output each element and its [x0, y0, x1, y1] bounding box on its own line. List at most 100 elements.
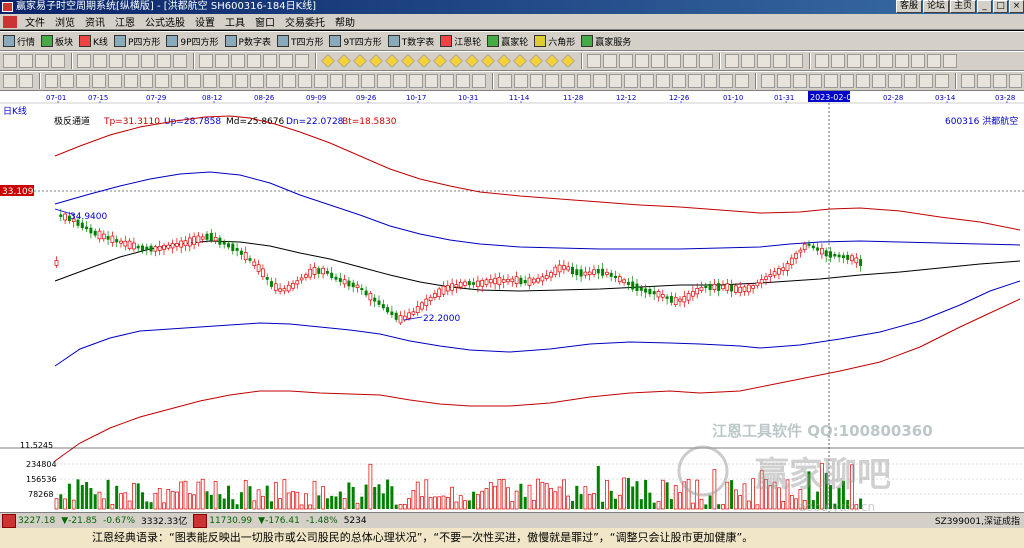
- tb3-tool-icon[interactable]: [529, 74, 544, 88]
- sh-index-icon[interactable]: [2, 513, 16, 528]
- tb2-tool-icon[interactable]: [545, 54, 559, 68]
- winner-wheel-button[interactable]: 赢家轮: [487, 35, 528, 48]
- tb3-tool-icon[interactable]: [171, 74, 186, 88]
- tb3-tool-icon[interactable]: [561, 74, 575, 88]
- maximize-button[interactable]: □: [993, 0, 1008, 13]
- tb2-tool-icon[interactable]: [561, 54, 575, 68]
- tb3-tool-icon[interactable]: [107, 74, 122, 88]
- tb3-tool-icon[interactable]: [392, 74, 407, 88]
- tb2-tool-icon[interactable]: [863, 54, 877, 68]
- tb3-tool-icon[interactable]: [735, 74, 750, 88]
- tb2-tool-icon[interactable]: [231, 54, 245, 68]
- tb3-tool-icon[interactable]: [60, 74, 75, 88]
- tb3-tool-icon[interactable]: [856, 74, 870, 88]
- menu-formula[interactable]: 公式选股: [140, 14, 190, 29]
- tb3-tool-icon[interactable]: [408, 74, 423, 88]
- tb2-tool-icon[interactable]: [943, 54, 957, 68]
- home-button[interactable]: 主页: [949, 0, 976, 13]
- tb3-tool-icon[interactable]: [961, 74, 975, 88]
- tb3-tool-icon[interactable]: [456, 74, 471, 88]
- p-square-button[interactable]: P四方形: [113, 35, 160, 48]
- tb2-tool-icon[interactable]: [369, 54, 383, 68]
- tb3-tool-icon[interactable]: [202, 74, 217, 88]
- tb2-tool-icon[interactable]: [433, 54, 447, 68]
- tb2-tool-icon[interactable]: [51, 54, 65, 68]
- tb2-tool-icon[interactable]: [683, 54, 697, 68]
- tb2-tool-icon[interactable]: [741, 54, 755, 68]
- tb2-tool-icon[interactable]: [19, 54, 33, 68]
- tb2-tool-icon[interactable]: [215, 54, 229, 68]
- kefu-button[interactable]: 客服: [895, 0, 922, 13]
- tb2-tool-icon[interactable]: [725, 54, 739, 68]
- tb2-tool-icon[interactable]: [173, 54, 187, 68]
- tb2-tool-icon[interactable]: [847, 54, 861, 68]
- tb2-tool-icon[interactable]: [587, 54, 601, 68]
- tb2-tool-icon[interactable]: [667, 54, 681, 68]
- forum-button[interactable]: 论坛: [922, 0, 949, 13]
- menu-file[interactable]: 文件: [20, 14, 50, 29]
- tb3-tool-icon[interactable]: [840, 74, 855, 88]
- winner-service-button[interactable]: 赢家服务: [581, 35, 631, 48]
- tb2-tool-icon[interactable]: [199, 54, 213, 68]
- tb2-tool-icon[interactable]: [3, 54, 17, 68]
- tb3-tool-icon[interactable]: [671, 74, 686, 88]
- tb2-tool-icon[interactable]: [497, 54, 511, 68]
- tb2-tool-icon[interactable]: [125, 54, 139, 68]
- tb3-tool-icon[interactable]: [919, 74, 934, 88]
- tb3-tool-icon[interactable]: [424, 74, 439, 88]
- tb3-tool-icon[interactable]: [282, 74, 296, 88]
- tb3-tool-icon[interactable]: [608, 74, 623, 88]
- tb2-tool-icon[interactable]: [295, 54, 309, 68]
- tb2-tool-icon[interactable]: [353, 54, 367, 68]
- tb3-tool-icon[interactable]: [935, 74, 950, 88]
- tb3-tool-icon[interactable]: [440, 74, 455, 88]
- tb3-tool-icon[interactable]: [871, 74, 886, 88]
- tb3-tool-icon[interactable]: [218, 74, 233, 88]
- tb2-tool-icon[interactable]: [481, 54, 495, 68]
- tb2-tool-icon[interactable]: [417, 54, 431, 68]
- sz-index-icon[interactable]: [193, 513, 208, 528]
- tb2-tool-icon[interactable]: [385, 54, 399, 68]
- tb2-tool-icon[interactable]: [465, 54, 479, 68]
- tb3-tool-icon[interactable]: [297, 74, 312, 88]
- tb2-tool-icon[interactable]: [321, 54, 335, 68]
- tb2-tool-icon[interactable]: [635, 54, 649, 68]
- tb2-tool-icon[interactable]: [603, 54, 617, 68]
- tb2-tool-icon[interactable]: [699, 54, 713, 68]
- tb2-tool-icon[interactable]: [513, 54, 527, 68]
- tb2-tool-icon[interactable]: [77, 54, 91, 68]
- tb3-tool-icon[interactable]: [513, 74, 528, 88]
- tb3-tool-icon[interactable]: [1008, 74, 1023, 88]
- tb2-tool-icon[interactable]: [911, 54, 925, 68]
- tb3-tool-icon[interactable]: [703, 74, 718, 88]
- tb3-tool-icon[interactable]: [123, 74, 138, 88]
- tb3-tool-icon[interactable]: [3, 74, 17, 88]
- tb2-tool-icon[interactable]: [93, 54, 107, 68]
- tb3-tool-icon[interactable]: [92, 74, 106, 88]
- tb2-tool-icon[interactable]: [263, 54, 277, 68]
- tb3-tool-icon[interactable]: [234, 74, 249, 88]
- tb2-tool-icon[interactable]: [35, 54, 49, 68]
- tb3-tool-icon[interactable]: [776, 74, 791, 88]
- tb3-tool-icon[interactable]: [377, 74, 391, 88]
- tb3-tool-icon[interactable]: [719, 74, 734, 88]
- tb2-tool-icon[interactable]: [279, 54, 293, 68]
- tb2-tool-icon[interactable]: [895, 54, 909, 68]
- t-square-button[interactable]: T四方形: [276, 35, 323, 48]
- gann-wheel-button[interactable]: 江恩轮: [440, 35, 481, 48]
- tb3-tool-icon[interactable]: [887, 74, 902, 88]
- tb2-tool-icon[interactable]: [815, 54, 829, 68]
- tb3-tool-icon[interactable]: [976, 74, 991, 88]
- tb3-tool-icon[interactable]: [329, 74, 344, 88]
- menu-settings[interactable]: 设置: [190, 14, 220, 29]
- tb3-tool-icon[interactable]: [792, 74, 807, 88]
- tb3-tool-icon[interactable]: [824, 74, 839, 88]
- tb2-tool-icon[interactable]: [157, 54, 171, 68]
- tb3-tool-icon[interactable]: [656, 74, 670, 88]
- menu-help[interactable]: 帮助: [330, 14, 360, 29]
- tb3-tool-icon[interactable]: [361, 74, 376, 88]
- tb3-tool-icon[interactable]: [155, 74, 170, 88]
- kline-chart[interactable]: 07-01 07-15 07-29 08-12 08-26 09-09 09-26 10-17…: [0, 91, 1024, 514]
- t-table-button[interactable]: T数字表: [387, 35, 434, 48]
- 9p-square-button[interactable]: 9P四方形: [166, 35, 219, 48]
